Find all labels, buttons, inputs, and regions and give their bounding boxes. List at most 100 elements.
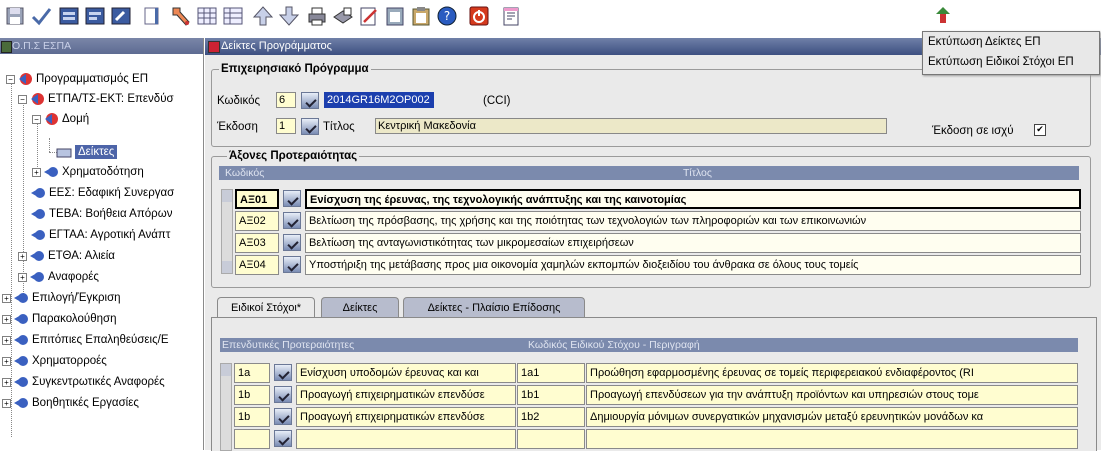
axes-header-row: Κωδικός Τίτλος bbox=[219, 166, 1079, 180]
exit-icon[interactable] bbox=[468, 5, 490, 27]
valid-version-checkbox[interactable]: ✔ bbox=[1034, 124, 1046, 136]
objective-desc-cell[interactable] bbox=[586, 429, 1078, 449]
node-icon bbox=[13, 354, 29, 368]
priority-text-cell[interactable]: Ενίσχυση υποδομών έρευνας και και bbox=[296, 363, 516, 383]
navigator-title: Ο.Π.Σ ΕΣΠΑ bbox=[0, 38, 203, 54]
tree-item-selection[interactable]: + Επιλογή/Έγκριση bbox=[2, 288, 121, 308]
axis-code-cell[interactable]: ΑΞ02 bbox=[235, 211, 279, 231]
priority-code-cell[interactable]: 1a bbox=[234, 363, 270, 383]
tool-icon[interactable] bbox=[110, 5, 132, 27]
node-icon bbox=[43, 112, 59, 126]
accept-icon[interactable] bbox=[30, 5, 52, 27]
priority-code-cell[interactable] bbox=[234, 429, 270, 449]
paste-icon[interactable] bbox=[384, 5, 406, 27]
tree-item-summary-reports[interactable]: + Συγκεντρωτικές Αναφορές bbox=[2, 372, 165, 392]
valid-version-label: Έκδοση σε ισχύ bbox=[932, 125, 1014, 137]
code-field[interactable]: 6 bbox=[276, 92, 296, 108]
notes-icon[interactable] bbox=[500, 5, 522, 27]
leaf-icon bbox=[56, 145, 72, 159]
priority-text-cell[interactable]: Προαγωγή επιχειρηματικών επενδύσε bbox=[296, 385, 516, 405]
node-icon bbox=[30, 228, 46, 242]
tree-item-etpa[interactable]: − ΕΤΠΑ/ΤΣ-ΕΚΤ: Επενδύσ bbox=[18, 89, 174, 109]
objective-code-cell[interactable]: 1b1 bbox=[517, 385, 585, 405]
axes-frame-label: Άξονες Προτεραιότητας bbox=[227, 150, 360, 162]
node-icon bbox=[30, 207, 46, 221]
down-icon[interactable] bbox=[278, 5, 300, 27]
up-icon[interactable] bbox=[252, 5, 274, 27]
tree-item-teva[interactable]: ΤΕΒΑ: Βοήθεια Απόρων bbox=[30, 204, 172, 224]
tree-item-monitoring[interactable]: + Παρακολούθηση bbox=[2, 309, 116, 329]
node-icon bbox=[13, 291, 29, 305]
grid-icon[interactable] bbox=[196, 5, 218, 27]
edit-doc-icon[interactable] bbox=[358, 5, 380, 27]
axis-title-cell[interactable]: Ενίσχυση της έρευνας, της τεχνολογικής α… bbox=[305, 189, 1081, 209]
tree-item-cashflows[interactable]: + Χρηματορροές bbox=[2, 351, 107, 371]
objective-desc-cell[interactable]: Προώθηση εφαρμοσμένης έρευνας σε τομείς … bbox=[586, 363, 1078, 383]
print-menu-icon[interactable] bbox=[932, 4, 954, 26]
title-field[interactable]: Κεντρική Μακεδονία bbox=[375, 118, 887, 134]
axis-lov-button[interactable] bbox=[283, 256, 301, 273]
blank-icon[interactable] bbox=[140, 5, 162, 27]
objective-desc-cell[interactable]: Δημιουργία μόνιμων συνεργατικών μηχανισμ… bbox=[586, 407, 1078, 427]
axis-lov-button[interactable] bbox=[283, 212, 301, 229]
objectives-scrollbar[interactable] bbox=[220, 363, 232, 451]
tab-specific-objectives[interactable]: Ειδικοί Στόχοι* bbox=[217, 297, 315, 317]
axis-code-cell[interactable]: ΑΞ03 bbox=[235, 233, 279, 253]
tree-item-auxiliary[interactable]: + Βοηθητικές Εργασίες bbox=[2, 393, 139, 413]
help-icon[interactable]: ? bbox=[436, 5, 458, 27]
priority-text-cell[interactable] bbox=[296, 429, 516, 449]
tab-indicators[interactable]: Δείκτες bbox=[321, 297, 399, 317]
tree-item-etha[interactable]: + ΕΤΘΑ: Αλιεία bbox=[18, 246, 115, 266]
axes-scrollbar[interactable] bbox=[221, 189, 233, 274]
axis-lov-button[interactable] bbox=[283, 234, 301, 251]
priority-code-cell[interactable]: 1b bbox=[234, 385, 270, 405]
objective-code-cell[interactable] bbox=[517, 429, 585, 449]
edit-icon[interactable] bbox=[170, 5, 192, 27]
axis-lov-button[interactable] bbox=[283, 190, 301, 207]
navigator-panel: Ο.Π.Σ ΕΣΠΑ − Προγραμματισμός ΕΠ − ΕΤΠΑ/ΤΣ-… bbox=[0, 38, 204, 450]
node-icon bbox=[13, 312, 29, 326]
print-indicators-item[interactable]: Εκτύπωση Δείκτες ΕΠ bbox=[923, 32, 1099, 52]
node-icon bbox=[13, 333, 29, 347]
save-icon[interactable] bbox=[4, 5, 26, 27]
priority-lov-button[interactable] bbox=[274, 364, 292, 381]
axis-title-cell[interactable]: Υποστήριξη της μετάβασης προς μια οικονο… bbox=[305, 255, 1081, 275]
priority-lov-button[interactable] bbox=[274, 386, 292, 403]
tree-item-reports[interactable]: + Αναφορές bbox=[18, 267, 99, 287]
scroll-up-icon[interactable] bbox=[221, 364, 231, 376]
tree-item-egtaa[interactable]: ΕΓΤΑΑ: Αγροτική Ανάπτ bbox=[30, 225, 170, 245]
scroll-down-icon[interactable] bbox=[222, 261, 232, 273]
tree-item-ees[interactable]: ΕΕΣ: Εδαφική Συνεργασ bbox=[30, 183, 174, 203]
tree-item-indicators[interactable]: Δείκτες bbox=[56, 142, 118, 162]
version-field[interactable]: 1 bbox=[276, 118, 296, 134]
scroll-up-icon[interactable] bbox=[222, 190, 232, 202]
print-objectives-item[interactable]: Εκτύπωση Ειδικοί Στόχοι ΕΠ bbox=[923, 52, 1099, 72]
axis-code-cell[interactable]: ΑΞ04 bbox=[235, 255, 279, 275]
code-label: Κωδικός bbox=[217, 95, 261, 107]
form-icon[interactable] bbox=[58, 5, 80, 27]
priority-code-cell[interactable]: 1b bbox=[234, 407, 270, 427]
objective-code-cell[interactable]: 1b2 bbox=[517, 407, 585, 427]
clipboard-icon[interactable] bbox=[410, 5, 432, 27]
cci-field[interactable]: 2014GR16M2OP002 bbox=[324, 92, 434, 108]
form-icon[interactable] bbox=[84, 5, 106, 27]
priority-text-cell[interactable]: Προαγωγή επιχειρηματικών επενδύσε bbox=[296, 407, 516, 427]
tree-item-structure[interactable]: − Δομή bbox=[32, 109, 89, 129]
priority-lov-button[interactable] bbox=[274, 408, 292, 425]
priority-lov-button[interactable] bbox=[274, 430, 292, 447]
axis-title-cell[interactable]: Βελτίωση της ανταγωνιστικότητας των μικρ… bbox=[305, 233, 1081, 253]
grid-icon[interactable] bbox=[222, 5, 244, 27]
axis-code-cell[interactable]: ΑΞ01 bbox=[235, 189, 279, 209]
axis-title-cell[interactable]: Βελτίωση της πρόσβασης, της χρήσης και τ… bbox=[305, 211, 1081, 231]
version-lov-button[interactable] bbox=[301, 118, 319, 135]
tree-item-financing[interactable]: + Χρηματοδότηση bbox=[32, 162, 144, 182]
code-lov-button[interactable] bbox=[301, 92, 319, 109]
objective-code-cell[interactable]: 1a1 bbox=[517, 363, 585, 383]
print2-icon[interactable] bbox=[332, 5, 354, 27]
tree-item-programming[interactable]: − Προγραμματισμός ΕΠ bbox=[6, 69, 148, 89]
tree-item-verifications[interactable]: + Επιτόπιες Επαληθεύσεις/Ε bbox=[2, 330, 169, 350]
node-icon bbox=[13, 396, 29, 410]
tab-performance-framework[interactable]: Δείκτες - Πλαίσιο Επίδοσης bbox=[403, 297, 585, 317]
objective-desc-cell[interactable]: Προαγωγή επενδύσεων για την ανάπτυξη προ… bbox=[586, 385, 1078, 405]
print-icon[interactable] bbox=[306, 5, 328, 27]
